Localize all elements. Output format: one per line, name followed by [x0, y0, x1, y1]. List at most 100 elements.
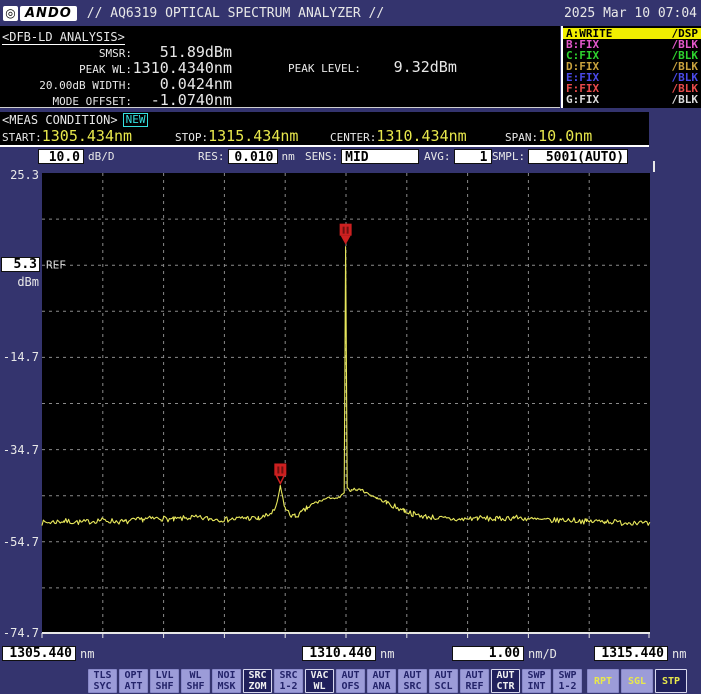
center-wl-unit: nm [380, 647, 394, 661]
meas-field: START:1305.434nm [2, 127, 132, 145]
meas-condition-fields: START:1305.434nm STOP:1315.434nm CENTER:13… [0, 127, 649, 144]
softkey-sgl[interactable]: SGL [621, 669, 653, 693]
meas-field: CENTER:1310.434nm [330, 127, 467, 145]
meas-field-value: 1315.434nm [208, 127, 298, 145]
header-bar: ◎ ANDO // AQ6319 OPTICAL SPECTRUM ANALYZ… [0, 0, 701, 26]
meas-field-value: 10.0nm [538, 127, 592, 145]
softkey-label-line2: SCL [430, 681, 457, 692]
y-tick-top: 25.3 [0, 168, 39, 182]
softkey-label-line1: AUT [430, 670, 457, 681]
softkey-label-line1: SWP [523, 670, 550, 681]
softkey-label-line1: SRC [244, 670, 271, 681]
level-scale-field[interactable]: 10.0 [38, 149, 84, 164]
softkey-label-line2: OFS [337, 681, 364, 692]
softkey-label-line2: INT [523, 681, 550, 692]
softkey-vac-wl[interactable]: VACWL [305, 669, 334, 693]
softkey-aut-ana[interactable]: AUTANA [367, 669, 396, 693]
softkey-label-line1: STP [656, 676, 686, 687]
peak-level-label: PEAK LEVEL: [288, 62, 361, 75]
meas-field: SPAN: 10.0nm [505, 127, 592, 145]
analysis-result-row: SMSR:51.89dBm [0, 43, 232, 59]
trace-status-row[interactable]: G:FIX/BLK [563, 94, 701, 105]
res-field[interactable]: 0.010 [228, 149, 278, 164]
meas-field-label: SPAN: [505, 131, 538, 144]
datetime: 2025 Mar 10 07:04 [564, 6, 697, 21]
y-tick-bottom: -74.7 [0, 626, 39, 640]
ref-level-field[interactable]: 5.3 [1, 257, 40, 272]
softkey-tls-syc[interactable]: TLSSYC [88, 669, 117, 693]
spectrum-plot: REF [42, 173, 650, 634]
res-unit: nm [282, 150, 295, 163]
softkey-stp[interactable]: STP [655, 669, 687, 693]
analysis-result-label: SMSR: [0, 47, 132, 60]
softkey-label-line1: OPT [120, 670, 147, 681]
softkey-label-line1: NOI [213, 670, 240, 681]
analysis-result-label: 20.00dB WIDTH: [0, 79, 132, 92]
peak-level-readout: PEAK LEVEL: 9.32dBm [288, 58, 457, 76]
analysis-result-row: MODE OFFSET:-1.0740nm [0, 91, 232, 107]
softkey-label-line2: SRC [399, 681, 426, 692]
div-field[interactable]: 1.00 [452, 646, 524, 661]
spectrum-trace-svg [42, 173, 650, 639]
trace-mode: /BLK [672, 94, 699, 105]
softkey-aut-scl[interactable]: AUTSCL [429, 669, 458, 693]
softkey-label-line2: ATT [120, 681, 147, 692]
softkey-swp-int[interactable]: SWPINT [522, 669, 551, 693]
softkey-label-line1: AUT [368, 670, 395, 681]
meas-condition-title: <MEAS CONDITION> [2, 113, 118, 127]
softkey-label-line1: AUT [337, 670, 364, 681]
softkey-src-zom[interactable]: SRCZOM [243, 669, 272, 693]
softkey-src-1-2[interactable]: SRC1-2 [274, 669, 303, 693]
avg-field[interactable]: 1 [454, 149, 492, 164]
softkey-lvl-shf[interactable]: LVLSHF [150, 669, 179, 693]
softkey-label-line2: REF [461, 681, 488, 692]
osa-screen: ◎ ANDO // AQ6319 OPTICAL SPECTRUM ANALYZ… [0, 0, 701, 694]
softkey-label-line1: AUT [461, 670, 488, 681]
analysis-result-label: PEAK WL: [0, 63, 132, 76]
softkey-label-line2: MSK [213, 681, 240, 692]
softkey-label-line2: SHF [151, 681, 178, 692]
res-label: RES: [198, 150, 225, 163]
ref-line-label: REF [46, 259, 66, 272]
page-title: // AQ6319 OPTICAL SPECTRUM ANALYZER // [87, 6, 384, 21]
x-axis-row: 1305.440 nm 1310.440 nm 1.00 nm/D 1315.4… [0, 646, 701, 664]
x-div-cluster: 1.00 nm/D [452, 646, 557, 661]
analysis-result-value: -1.0740nm [132, 91, 232, 109]
meas-condition-panel: <MEAS CONDITION> NEW START:1305.434nm STO… [0, 112, 649, 147]
average-cluster: AVG: 1 [424, 149, 492, 164]
softkey-noi-msk[interactable]: NOIMSK [212, 669, 241, 693]
softkey-label-line2: WL [306, 681, 333, 692]
sens-field[interactable]: MID [341, 149, 419, 164]
softkey-label-line1: AUT [399, 670, 426, 681]
sampling-cluster: SMPL: 5001(AUTO) [492, 149, 628, 164]
analysis-result-row: PEAK WL:1310.4340nm [0, 59, 232, 75]
softkey-opt-att[interactable]: OPTATT [119, 669, 148, 693]
end-wl-field[interactable]: 1315.440 [594, 646, 668, 661]
softkey-swp-1-2[interactable]: SWP1-2 [553, 669, 582, 693]
peak-level-value: 9.32dBm [361, 58, 457, 76]
new-badge: NEW [123, 113, 149, 127]
level-scale-cluster: 10.0 dB/D [38, 149, 115, 164]
side-peak-marker-icon [274, 463, 286, 483]
x-start-cluster: 1305.440 nm [2, 646, 94, 661]
softkey-label-line2: SYC [89, 681, 116, 692]
y-axis-unit: dBm [0, 275, 39, 289]
softkey-label-line2: CTR [492, 681, 519, 692]
start-wl-unit: nm [80, 647, 94, 661]
start-wl-field[interactable]: 1305.440 [2, 646, 76, 661]
softkey-wl-shf[interactable]: WLSHF [181, 669, 210, 693]
y-tick-2: -14.7 [0, 350, 39, 364]
meas-field-label: STOP: [175, 131, 208, 144]
softkey-aut-src[interactable]: AUTSRC [398, 669, 427, 693]
dfb-ld-analysis-panel: <DFB-LD ANALYSIS> SMSR:51.89dBmPEAK WL:1… [0, 26, 560, 108]
smpl-field[interactable]: 5001(AUTO) [528, 149, 628, 164]
trace-status-panel: A:WRITE/DSPB:FIX/BLKC:FIX/BLKD:FIX/BLKE:… [561, 26, 701, 108]
x-end-cluster: 1315.440 nm [594, 646, 686, 661]
center-wl-field[interactable]: 1310.440 [302, 646, 376, 661]
softkey-rpt[interactable]: RPT [587, 669, 619, 693]
softkey-aut-ctr[interactable]: AUTCTR [491, 669, 520, 693]
sweep-settings-row: 10.0 dB/D RES: 0.010 nm SENS: MID AVG: 1… [0, 146, 701, 172]
softkey-aut-ofs[interactable]: AUTOFS [336, 669, 365, 693]
softkey-label-line2: ZOM [244, 681, 271, 692]
softkey-aut-ref[interactable]: AUTREF [460, 669, 489, 693]
